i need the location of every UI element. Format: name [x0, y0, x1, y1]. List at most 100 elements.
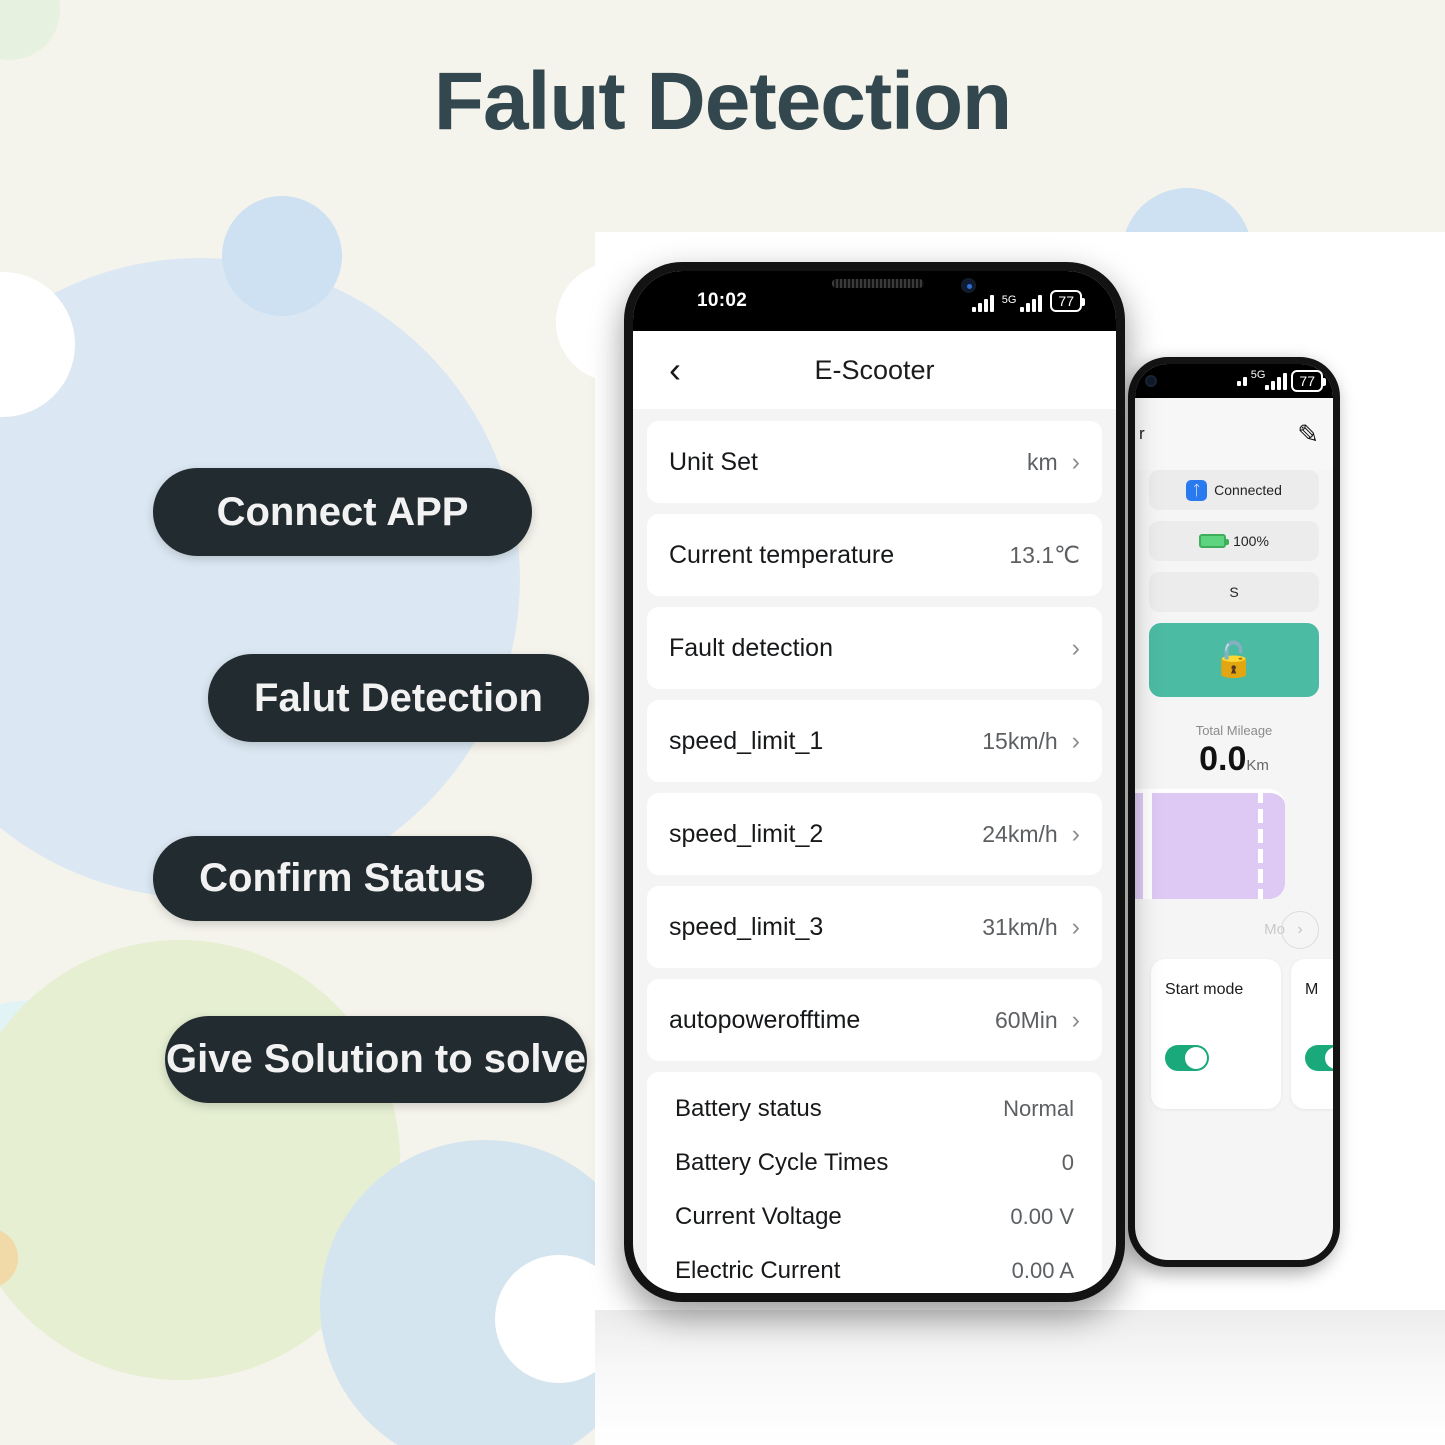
status-time: 10:02 [697, 290, 748, 311]
step-pill-give-solution[interactable]: Give Solution to solve [165, 1016, 587, 1103]
list-item[interactable]: Current temperature 13.1℃ [647, 514, 1102, 596]
row-label: Fault detection [669, 633, 833, 662]
row-value: 60Min [995, 1006, 1058, 1033]
chevron-right-icon: › [1071, 819, 1080, 848]
list-item-fault-detection[interactable]: Fault detection › [647, 607, 1102, 689]
chevron-right-icon: › [1071, 447, 1080, 476]
chevron-right-icon[interactable]: › [1281, 911, 1319, 949]
chevron-right-icon: › [1071, 633, 1080, 662]
battery-indicator: 77 [1050, 290, 1085, 312]
decor-circle [222, 196, 342, 316]
back-phone-status-badges: ᛏ Connected 100% S [1135, 470, 1333, 612]
back-arrow-icon[interactable]: ‹ [669, 352, 681, 388]
table-row: Electric Current 0.00 A [675, 1244, 1074, 1293]
second-mode-label: M [1305, 981, 1319, 998]
row-right: 15km/h › [982, 728, 1080, 755]
front-phone-device: 10:02 5G 77 ‹ E-Scooter Unit Set km › Cu… [624, 262, 1125, 1302]
row-label: Unit Set [669, 447, 758, 476]
settings-list: Unit Set km › Current temperature 13.1℃ … [633, 409, 1116, 1293]
page-header-title: E-Scooter [814, 354, 935, 385]
chevron-right-icon: › [1071, 1005, 1080, 1034]
battery-indicator: 77 [1291, 370, 1326, 392]
signal-bars-icon [1020, 295, 1043, 312]
second-mode-toggle[interactable] [1305, 1045, 1333, 1071]
front-phone-status-bar: 10:02 5G 77 [633, 271, 1116, 331]
front-phone-header: ‹ E-Scooter [633, 331, 1116, 409]
row-right: 13.1℃ [1009, 542, 1080, 569]
page-root: Falut Detection Connect APP Falut Detect… [0, 0, 1445, 1445]
unlock-icon: 🔓 [1212, 641, 1256, 679]
battery-icon [1199, 534, 1230, 548]
signal-bars-icon [1265, 372, 1288, 390]
speed-gauge [1135, 789, 1285, 899]
front-camera-icon [1145, 375, 1157, 387]
front-camera-icon [960, 278, 976, 293]
row-right: › [1071, 633, 1080, 662]
total-mileage-value: 0.0Km [1135, 740, 1333, 779]
back-phone-status-bar: 5G 77 [1135, 364, 1333, 398]
row-right: 31km/h › [982, 914, 1080, 941]
row-value: 13.1℃ [1009, 541, 1080, 568]
start-mode-toggle[interactable] [1165, 1045, 1209, 1071]
bluetooth-status-badge[interactable]: ᛏ Connected [1149, 470, 1319, 510]
list-item[interactable]: speed_limit_3 31km/h › [647, 886, 1102, 968]
start-mode-card[interactable]: Start mode [1151, 959, 1281, 1109]
page-title: Falut Detection [433, 56, 1012, 147]
bluetooth-status-label: Connected [1214, 482, 1282, 498]
table-row: Battery status Normal [675, 1082, 1074, 1136]
total-mileage-label: Total Mileage [1195, 723, 1273, 738]
speed-mode-badge[interactable]: S [1149, 572, 1319, 612]
row-label: speed_limit_2 [669, 819, 824, 848]
back-phone-header: r ✎ [1135, 398, 1333, 470]
row-label: Electric Current [675, 1257, 841, 1284]
row-value: km [1027, 448, 1058, 475]
mode-card-list: Start mode M [1135, 959, 1333, 1109]
back-phone-screen: 5G 77 r ✎ ᛏ Connected 100% S 🔓 Total Mil… [1135, 364, 1333, 1260]
earpiece-speaker-icon [831, 279, 924, 288]
bluetooth-icon: ᛏ [1186, 479, 1208, 501]
chevron-right-icon: › [1071, 726, 1080, 755]
table-row: Battery Cycle Times 0 [675, 1136, 1074, 1190]
step-pill-confirm-status[interactable]: Confirm Status [153, 836, 532, 921]
signal-bars-icon [1236, 376, 1247, 386]
network-label: 5G [1250, 369, 1266, 381]
unlock-button[interactable]: 🔓 [1149, 623, 1319, 697]
row-value: 15km/h [982, 727, 1058, 754]
mileage-unit: Km [1246, 757, 1269, 774]
signal-bars-icon [971, 295, 994, 312]
list-item[interactable]: speed_limit_1 15km/h › [647, 700, 1102, 782]
row-value: Normal [1003, 1096, 1074, 1121]
row-label: Current temperature [669, 540, 895, 569]
mileage-number: 0.0 [1199, 740, 1247, 778]
row-label: speed_limit_3 [669, 912, 824, 941]
row-label: Battery status [675, 1095, 822, 1122]
back-phone-title-fragment: r [1139, 424, 1145, 443]
row-right: km › [1027, 449, 1080, 476]
back-phone-device: 5G 77 r ✎ ᛏ Connected 100% S 🔓 Total Mil… [1128, 357, 1340, 1267]
phone-reflection [595, 1310, 1445, 1445]
edit-pencil-icon[interactable]: ✎ [1297, 421, 1319, 447]
table-row: Current Voltage 0.00 V [675, 1190, 1074, 1244]
row-right: 24km/h › [982, 821, 1080, 848]
row-value: 31km/h [982, 913, 1058, 940]
more-row[interactable]: Mo › [1135, 907, 1333, 955]
battery-status-badge[interactable]: 100% [1149, 521, 1319, 561]
row-label: autopowerofftime [669, 1005, 861, 1034]
row-value: 0.00 V [1010, 1204, 1074, 1229]
front-phone-screen: 10:02 5G 77 ‹ E-Scooter Unit Set km › Cu… [633, 271, 1116, 1293]
row-label: speed_limit_1 [669, 726, 824, 755]
row-label: Battery Cycle Times [675, 1149, 889, 1176]
list-item[interactable]: speed_limit_2 24km/h › [647, 793, 1102, 875]
second-mode-card[interactable]: M [1291, 959, 1333, 1109]
decor-circle [0, 0, 60, 60]
battery-percent-label: 100% [1233, 533, 1269, 549]
row-value: 0 [1061, 1150, 1074, 1175]
start-mode-label: Start mode [1165, 981, 1244, 998]
step-pill-falut-detection[interactable]: Falut Detection [208, 654, 589, 742]
network-label: 5G [1001, 294, 1017, 306]
list-item[interactable]: autopowerofftime 60Min › [647, 979, 1102, 1061]
list-item[interactable]: Unit Set km › [647, 421, 1102, 503]
step-pill-connect-app[interactable]: Connect APP [153, 468, 532, 556]
row-value: 24km/h [982, 820, 1058, 847]
decor-circle [0, 258, 520, 898]
